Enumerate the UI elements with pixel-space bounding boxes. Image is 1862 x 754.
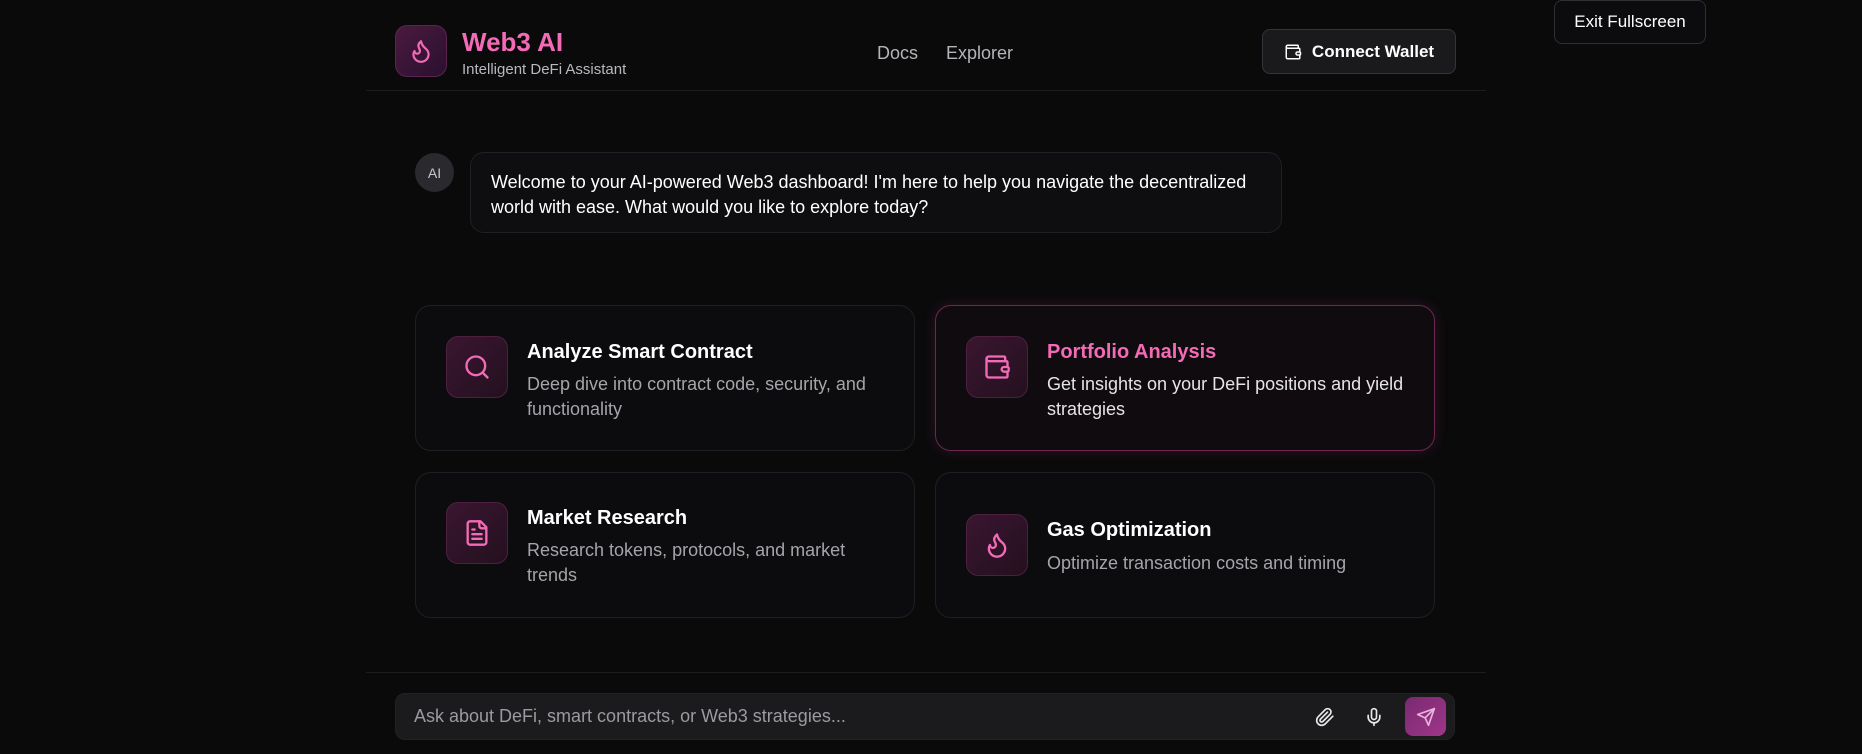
card-portfolio-analysis[interactable]: Portfolio Analysis Get insights on your …	[935, 305, 1435, 451]
attach-button[interactable]	[1310, 702, 1340, 732]
ai-avatar: AI	[415, 153, 454, 192]
card-gas-optimization[interactable]: Gas Optimization Optimize transaction co…	[935, 472, 1435, 618]
card-description: Deep dive into contract code, security, …	[527, 374, 866, 419]
nav-docs[interactable]: Docs	[877, 43, 918, 64]
wallet-icon	[1285, 44, 1302, 59]
paperclip-icon	[1315, 707, 1334, 727]
card-description: Research tokens, protocols, and market t…	[527, 540, 846, 585]
chat-input[interactable]	[414, 694, 1274, 739]
logo	[395, 25, 447, 77]
card-title: Market Research	[527, 507, 688, 529]
card-analyze-smart-contract[interactable]: Analyze Smart Contract Deep dive into co…	[415, 305, 915, 451]
brand-title: Web3 AI	[462, 27, 564, 57]
document-icon	[466, 520, 488, 546]
card-market-research[interactable]: Market Research Research tokens, protoco…	[415, 472, 915, 618]
card-description: Optimize transaction costs and timing	[1047, 553, 1347, 573]
card-icon-box	[966, 336, 1028, 398]
send-icon	[1416, 707, 1435, 726]
flame-icon	[987, 533, 1007, 558]
footer-divider	[366, 672, 1486, 673]
search-icon	[465, 355, 489, 379]
connect-wallet-label: Connect Wallet	[1311, 41, 1435, 61]
exit-fullscreen-button[interactable]: Exit Fullscreen	[1554, 0, 1706, 44]
connect-wallet-button[interactable]: Connect Wallet	[1262, 29, 1456, 74]
send-button[interactable]	[1405, 697, 1446, 736]
card-icon-box	[446, 502, 508, 564]
brand-subtitle: Intelligent DeFi Assistant	[462, 61, 627, 78]
header: Web3 AI Intelligent DeFi Assistant Docs …	[366, 0, 1486, 91]
wallet-icon	[985, 355, 1010, 379]
microphone-icon	[1367, 707, 1381, 727]
nav-explorer[interactable]: Explorer	[946, 43, 1013, 64]
card-icon-box	[446, 336, 508, 398]
card-title: Analyze Smart Contract	[527, 341, 753, 363]
card-title: Gas Optimization	[1047, 519, 1212, 541]
welcome-message: Welcome to your AI-powered Web3 dashboar…	[470, 152, 1282, 233]
card-title: Portfolio Analysis	[1047, 341, 1217, 363]
card-description: Get insights on your DeFi positions and …	[1047, 374, 1404, 419]
card-icon-box	[966, 514, 1028, 576]
flame-icon	[412, 40, 430, 63]
microphone-button[interactable]	[1359, 702, 1389, 732]
chat-input-bar	[395, 693, 1455, 740]
